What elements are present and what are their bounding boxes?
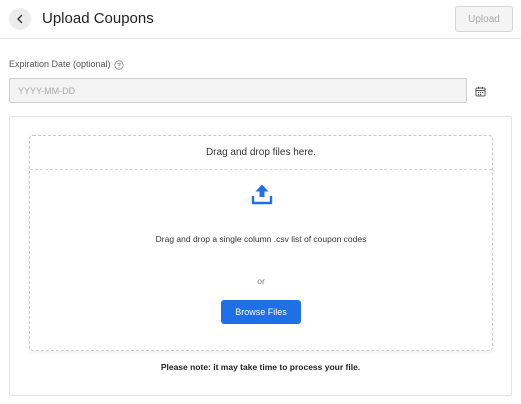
calendar-icon[interactable] [475,84,486,97]
upload-button[interactable]: Upload [455,6,513,32]
question-circle-icon[interactable] [113,59,124,70]
browse-files-button[interactable]: Browse Files [221,300,301,324]
chevron-left-icon [17,14,23,24]
page-header: Upload Coupons Upload [0,0,521,39]
dropzone-or-text: or [257,276,265,286]
file-dropzone[interactable]: Drag and drop files here. Drag and drop … [29,135,493,351]
expiration-date-input[interactable] [9,78,467,103]
expiration-date-label: Expiration Date (optional) [9,59,124,70]
dropzone-header: Drag and drop files here. [30,136,492,170]
back-button[interactable] [9,8,31,30]
dropzone-description: Drag and drop a single column .csv list … [155,234,367,244]
page-title: Upload Coupons [42,10,154,27]
upload-icon [251,183,273,205]
processing-note: Please note: it may take time to process… [160,362,361,372]
expiration-date-label-text: Expiration Date (optional) [9,59,111,69]
